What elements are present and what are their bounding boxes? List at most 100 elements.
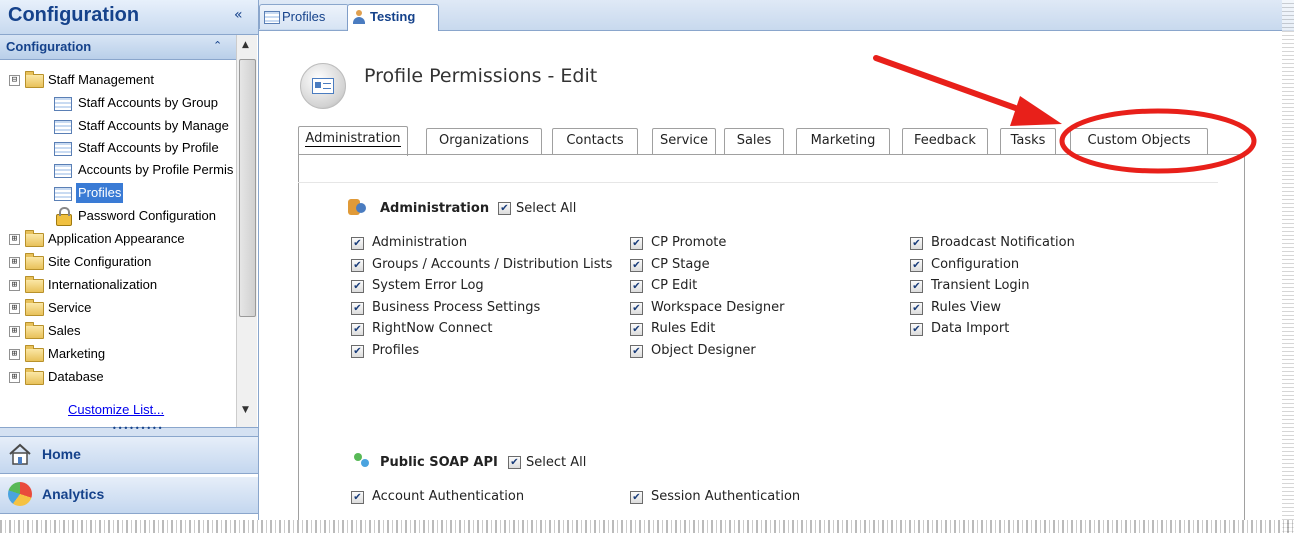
expand-node-icon[interactable]: ⊞ <box>9 280 20 291</box>
tree-item-database[interactable]: ⊞ Database <box>0 367 236 387</box>
tree-item-service[interactable]: ⊞ Service <box>0 298 236 318</box>
tree-item-staff-accounts-by-profile[interactable]: Staff Accounts by Profile <box>0 138 236 158</box>
checkbox[interactable]: ✔ <box>351 302 364 315</box>
expand-node-icon[interactable]: ⊞ <box>9 372 20 383</box>
tree-item-profiles[interactable]: Profiles <box>0 183 236 203</box>
permission-label: Account Authentication <box>372 489 525 504</box>
checkbox[interactable]: ✔ <box>351 280 364 293</box>
checkbox[interactable]: ✔ <box>351 323 364 336</box>
tree-item-accounts-by-profile-permissions[interactable]: Accounts by Profile Permis <box>0 160 236 180</box>
tab-label: Custom Objects <box>1087 133 1191 148</box>
checkbox[interactable]: ✔ <box>910 280 923 293</box>
tab-label: Tasks <box>1010 133 1046 148</box>
pane-splitter[interactable]: ••••••••• <box>0 424 258 437</box>
pane-title: Configuration <box>8 4 140 26</box>
profile-card-icon <box>300 63 346 109</box>
expand-node-icon[interactable]: ⊞ <box>9 257 20 268</box>
nav-button-home[interactable]: Home <box>0 437 258 474</box>
tree-item-staff-accounts-by-group[interactable]: Staff Accounts by Group <box>0 93 236 113</box>
permission-label: Data Import <box>931 321 1010 336</box>
scroll-down-arrow-icon[interactable]: ▼ <box>242 405 249 415</box>
expand-node-icon[interactable]: ⊞ <box>9 303 20 314</box>
tab-feedback[interactable]: Feedback <box>902 128 988 155</box>
tab-label: Administration <box>305 131 401 147</box>
checkbox[interactable]: ✔ <box>910 323 923 336</box>
checkbox[interactable]: ✔ <box>351 345 364 358</box>
doc-tab-testing[interactable]: Testing <box>347 4 439 31</box>
select-all-label: Select All <box>526 455 587 470</box>
scroll-up-arrow-icon[interactable]: ▲ <box>242 40 249 50</box>
checkbox[interactable]: ✔ <box>630 237 643 250</box>
tree-item-sales[interactable]: ⊞ Sales <box>0 321 236 341</box>
home-icon <box>9 443 31 465</box>
permission-label: Rules Edit <box>651 321 716 336</box>
folder-icon <box>25 368 44 385</box>
expand-node-icon[interactable]: ⊞ <box>9 326 20 337</box>
tree-label: Marketing <box>48 346 106 361</box>
checkbox[interactable]: ✔ <box>630 302 643 315</box>
tree-label: Site Configuration <box>48 254 152 269</box>
tree-item-site-configuration[interactable]: ⊞ Site Configuration <box>0 252 236 272</box>
checkbox[interactable]: ✔ <box>351 491 364 504</box>
tree-item-password-configuration[interactable]: Password Configuration <box>0 206 236 226</box>
checkbox[interactable]: ✔ <box>351 237 364 250</box>
chevron-up-icon[interactable]: ⌃ <box>213 39 222 52</box>
main-content: Profile Permissions - Edit Administratio… <box>260 31 1280 520</box>
collapse-node-icon[interactable]: ⊟ <box>9 75 20 86</box>
permission-label: Configuration <box>931 257 1020 272</box>
tab-organizations[interactable]: Organizations <box>426 128 542 155</box>
collapse-pane-icon[interactable]: « <box>234 7 243 23</box>
tab-contacts[interactable]: Contacts <box>552 128 638 155</box>
tree-item-staff-accounts-by-manager[interactable]: Staff Accounts by Manage <box>0 116 236 136</box>
doc-tab-label: Profiles <box>282 9 326 24</box>
nav-button-label: Home <box>42 446 81 462</box>
pane-header: Configuration « <box>0 0 258 35</box>
lock-icon <box>56 207 72 226</box>
select-all-checkbox[interactable]: ✔ <box>508 456 521 469</box>
select-all-checkbox[interactable]: ✔ <box>498 202 511 215</box>
expand-node-icon[interactable]: ⊞ <box>9 349 20 360</box>
tree-scrollbar[interactable]: ▲ ▼ <box>236 35 257 427</box>
checkbox[interactable]: ✔ <box>351 259 364 272</box>
checkbox[interactable]: ✔ <box>910 237 923 250</box>
section-title-soap-api: Public SOAP API <box>380 455 498 470</box>
tree-item-marketing[interactable]: ⊞ Marketing <box>0 344 236 364</box>
checkbox[interactable]: ✔ <box>630 345 643 358</box>
checkbox[interactable]: ✔ <box>630 280 643 293</box>
permission-label: Rules View <box>931 300 1002 315</box>
checkbox[interactable]: ✔ <box>630 323 643 336</box>
select-all-label: Select All <box>516 201 577 216</box>
permission-label: Profiles <box>372 343 420 358</box>
page-title: Profile Permissions - Edit <box>364 65 598 87</box>
tree-item-internationalization[interactable]: ⊞ Internationalization <box>0 275 236 295</box>
tree-label: Staff Accounts by Profile <box>78 140 219 155</box>
nav-button-label: Analytics <box>42 486 105 502</box>
tab-administration[interactable]: Administration <box>298 126 408 156</box>
checkbox[interactable]: ✔ <box>910 259 923 272</box>
customize-list-link[interactable]: Customize List... <box>68 402 164 417</box>
nav-button-analytics[interactable]: Analytics <box>0 477 258 514</box>
tab-service[interactable]: Service <box>652 128 716 155</box>
expand-node-icon[interactable]: ⊞ <box>9 234 20 245</box>
tree-item-staff-management[interactable]: ⊟ Staff Management <box>0 70 236 90</box>
navigation-pane: Configuration « Configuration ⌃ ▲ ▼ ⊟ St… <box>0 0 259 520</box>
tree-label: Staff Accounts by Manage <box>78 118 229 133</box>
scrollbar-thumb[interactable] <box>239 59 256 317</box>
report-icon <box>54 142 72 156</box>
doc-tab-profiles[interactable]: Profiles <box>259 4 349 29</box>
folder-icon <box>25 345 44 362</box>
section-label: Configuration <box>6 39 92 54</box>
permission-label: Object Designer <box>651 343 756 358</box>
tab-sales[interactable]: Sales <box>724 128 784 155</box>
configuration-section-header[interactable]: Configuration ⌃ <box>0 35 236 60</box>
checkbox[interactable]: ✔ <box>630 259 643 272</box>
folder-icon <box>25 253 44 270</box>
torn-edge-right <box>1282 0 1294 533</box>
report-icon <box>264 11 280 24</box>
tab-marketing[interactable]: Marketing <box>796 128 890 155</box>
tree-item-application-appearance[interactable]: ⊞ Application Appearance <box>0 229 236 249</box>
tab-tasks[interactable]: Tasks <box>1000 128 1056 155</box>
checkbox[interactable]: ✔ <box>630 491 643 504</box>
checkbox[interactable]: ✔ <box>910 302 923 315</box>
tab-custom-objects[interactable]: Custom Objects <box>1070 128 1208 155</box>
